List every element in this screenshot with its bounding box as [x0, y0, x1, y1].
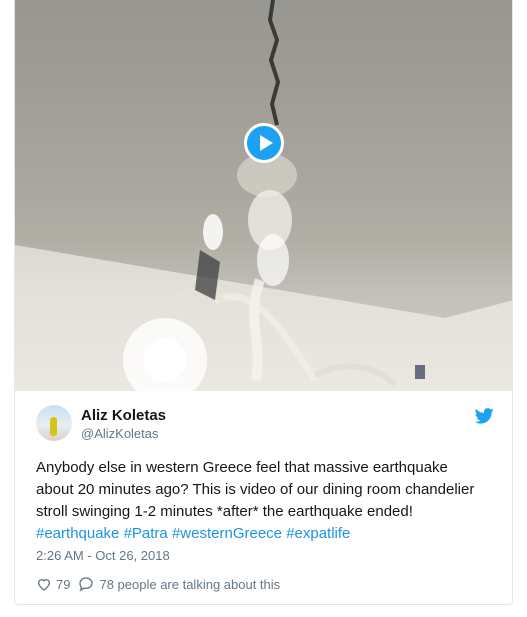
video-thumbnail[interactable]: [15, 0, 512, 391]
tweet-actions: 79 78 people are talking about this: [36, 574, 280, 594]
tweet-body: Aliz Koletas @AlizKoletas Anybody else i…: [15, 391, 512, 604]
avatar-figure: [50, 417, 57, 436]
tweet-text: Anybody else in western Greece feel that…: [36, 457, 476, 545]
speech-bubble-icon[interactable]: [78, 576, 94, 592]
twitter-bird-icon[interactable]: [475, 408, 494, 424]
hashtag-earthquake[interactable]: #earthquake: [36, 525, 119, 542]
tweet-timestamp[interactable]: 2:26 AM - Oct 26, 2018: [36, 548, 170, 563]
heart-icon[interactable]: [36, 576, 52, 592]
avatar[interactable]: [36, 405, 72, 441]
chandelier-scene: [15, 0, 512, 391]
like-count[interactable]: 79: [56, 577, 70, 592]
embedded-tweet-card: Aliz Koletas @AlizKoletas Anybody else i…: [14, 0, 513, 605]
tweet-text-body: Anybody else in western Greece feel that…: [36, 459, 475, 520]
hashtag-expatlife[interactable]: #expatlife: [286, 525, 350, 542]
hashtag-patra[interactable]: #Patra: [124, 525, 168, 542]
conversation-link[interactable]: 78 people are talking about this: [99, 577, 280, 592]
author-name[interactable]: Aliz Koletas: [81, 407, 166, 424]
play-icon[interactable]: [244, 123, 284, 163]
author-handle[interactable]: @AlizKoletas: [81, 426, 159, 441]
hashtag-westerngreece[interactable]: #westernGreece: [172, 525, 282, 542]
